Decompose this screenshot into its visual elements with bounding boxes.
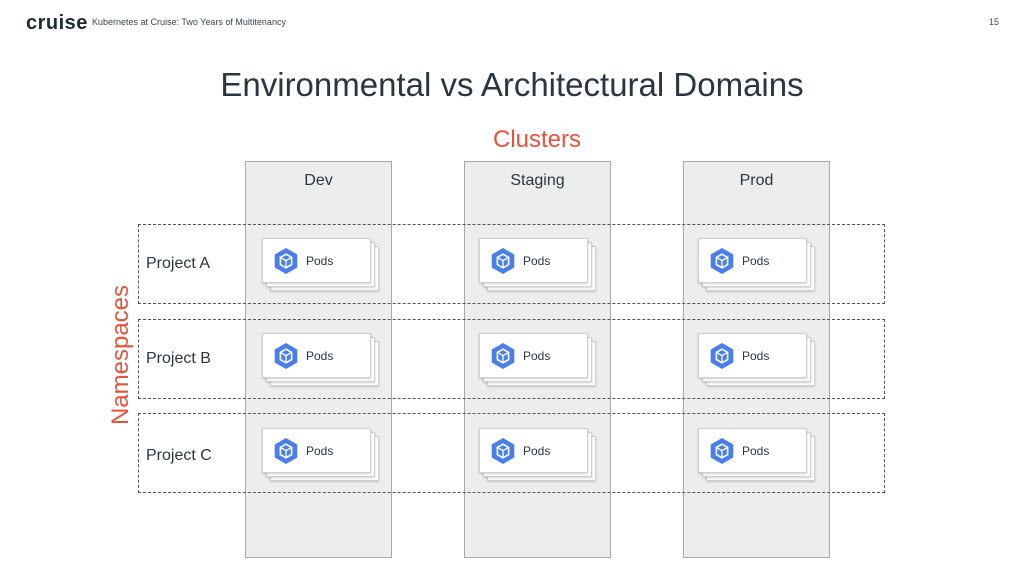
kubernetes-pod-icon [272, 342, 300, 370]
clusters-label: Clusters [492, 126, 582, 153]
pod-label: Pods [306, 444, 334, 458]
pod-stack: Pods [262, 428, 387, 485]
pod-card: Pods [698, 428, 807, 473]
pod-card: Pods [698, 238, 807, 283]
cluster-label: Dev [304, 172, 333, 189]
pod-stack: Pods [698, 428, 823, 485]
kubernetes-pod-icon [272, 247, 300, 275]
kubernetes-pod-icon [708, 247, 736, 275]
kubernetes-pod-icon [489, 342, 517, 370]
pod-card: Pods [262, 333, 371, 378]
pod-stack: Pods [698, 238, 823, 295]
presentation-subtitle: Kubernetes at Cruise: Two Years of Multi… [92, 17, 286, 27]
pod-stack: Pods [479, 238, 604, 295]
pod-stack: Pods [262, 238, 387, 295]
project-label: Project B [146, 350, 211, 367]
pod-card: Pods [479, 333, 588, 378]
kubernetes-pod-icon [708, 437, 736, 465]
pod-label: Pods [742, 254, 770, 268]
pod-stack: Pods [479, 428, 604, 485]
slide-title: Environmental vs Architectural Domains [220, 66, 804, 103]
kubernetes-pod-icon [708, 342, 736, 370]
cluster-label: Prod [739, 172, 774, 189]
logo: cruise [26, 12, 88, 34]
project-label: Project C [146, 447, 212, 464]
pod-card: Pods [479, 428, 588, 473]
pod-stack: Pods [698, 333, 823, 390]
pod-card: Pods [262, 238, 371, 283]
pod-label: Pods [306, 349, 334, 363]
pod-label: Pods [523, 444, 551, 458]
pod-card: Pods [698, 333, 807, 378]
pod-stack: Pods [479, 333, 604, 390]
pod-stack: Pods [262, 333, 387, 390]
pod-card: Pods [262, 428, 371, 473]
project-label: Project A [146, 255, 211, 272]
pod-label: Pods [742, 349, 770, 363]
kubernetes-pod-icon [272, 437, 300, 465]
kubernetes-pod-icon [489, 247, 517, 275]
pod-label: Pods [742, 444, 770, 458]
page-number: 15 [988, 17, 999, 27]
kubernetes-pod-icon [489, 437, 517, 465]
pod-card: Pods [479, 238, 588, 283]
pod-label: Pods [523, 349, 551, 363]
cluster-label: Staging [510, 172, 565, 189]
namespaces-label: Namespaces [107, 284, 134, 426]
pod-label: Pods [306, 254, 334, 268]
pod-label: Pods [523, 254, 551, 268]
